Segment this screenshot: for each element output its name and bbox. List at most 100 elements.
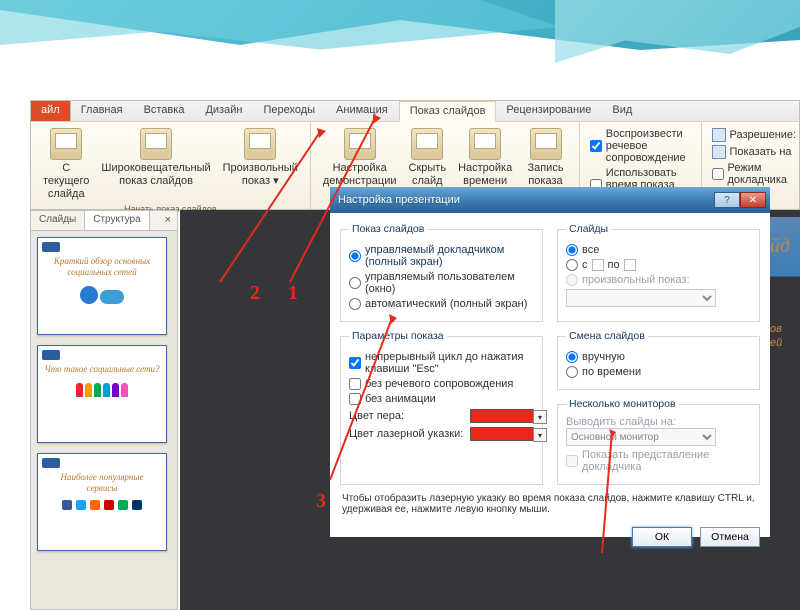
setup-show-dialog: Настройка презентации ? ✕ Показ слайдов … <box>330 187 770 537</box>
thumb-graphic <box>44 286 160 304</box>
file-tab[interactable]: айл <box>31 101 71 121</box>
from-current-button[interactable]: С текущего слайда <box>37 126 95 204</box>
tab-transitions[interactable]: Переходы <box>253 101 326 121</box>
slide-thumb-2[interactable]: Что такое социальные сети? <box>37 345 167 443</box>
laser-note: Чтобы отобразить лазерную указку во врем… <box>340 493 760 515</box>
chk-no-animation[interactable]: без анимации <box>349 393 534 405</box>
slide-panel: Слайды Структура × Краткий обзор основны… <box>30 210 178 610</box>
tab-home[interactable]: Главная <box>71 101 134 121</box>
help-button[interactable]: ? <box>714 192 740 208</box>
label: управляемый пользователем (окно) <box>365 271 534 295</box>
record-icon <box>530 128 562 160</box>
broadcast-button[interactable]: Широковещательный показ слайдов <box>95 126 216 204</box>
ribbon-tab-strip: айл Главная Вставка Дизайн Переходы Аним… <box>30 100 800 122</box>
pen-color-row[interactable]: Цвет пера: <box>349 409 534 423</box>
legend: Смена слайдов <box>566 330 648 342</box>
tab-outline[interactable]: Структура <box>85 211 149 230</box>
projector-icon <box>50 128 82 160</box>
label: Цвет пера: <box>349 410 404 422</box>
thumb-logo <box>42 458 60 468</box>
clock-icon <box>469 128 501 160</box>
label: Широковещательный показ слайдов <box>101 162 210 188</box>
label: Цвет лазерной указки: <box>349 428 463 440</box>
chk-loop[interactable]: непрерывный цикл до нажатия клавиши "Esc… <box>349 351 534 375</box>
legend: Несколько мониторов <box>566 398 679 410</box>
resolution-row[interactable]: Разрешение:Исп <box>712 128 800 142</box>
ok-button[interactable]: ОК <box>632 527 692 547</box>
thumb-graphic <box>44 383 160 397</box>
laser-color-row[interactable]: Цвет лазерной указки: <box>349 427 534 441</box>
radio-browsed[interactable]: управляемый пользователем (окно) <box>349 271 534 295</box>
projector-icon <box>140 128 172 160</box>
group-options: Параметры показа непрерывный цикл до наж… <box>340 330 543 485</box>
tab-animations[interactable]: Анимация <box>326 101 399 121</box>
label: все <box>582 244 599 256</box>
to-input[interactable] <box>624 259 636 271</box>
show-on-row[interactable]: Показать на <box>712 145 792 159</box>
slide-icon <box>411 128 443 160</box>
group-advance: Смена слайдов вручную по времени <box>557 330 760 390</box>
close-button[interactable]: ✕ <box>740 192 766 208</box>
dialog-title: Настройка презентации <box>334 194 714 206</box>
label: непрерывный цикл до нажатия клавиши "Esc… <box>365 351 534 375</box>
slide-thumb-1[interactable]: Краткий обзор основных социальных сетей <box>37 237 167 335</box>
legend: Параметры показа <box>349 330 447 342</box>
cancel-button[interactable]: Отмена <box>700 527 760 547</box>
label: Воспроизвести речевое сопровождение <box>606 128 691 164</box>
radio-all[interactable]: все <box>566 244 751 256</box>
label: Произвольный показ ▾ <box>223 162 298 188</box>
label: без анимации <box>365 393 436 405</box>
label: С текущего слайда <box>43 162 89 202</box>
group-monitors: Несколько мониторов Выводить слайды на: … <box>557 398 760 485</box>
thumb-graphic <box>62 500 142 510</box>
radio-manual[interactable]: вручную <box>566 351 751 363</box>
legend: Показ слайдов <box>349 223 427 235</box>
label: автоматический (полный экран) <box>365 298 527 310</box>
monitor-icon <box>712 128 726 142</box>
chk-no-narration[interactable]: без речевого сопровождения <box>349 378 534 390</box>
slide-title-fragment-right: овей <box>770 322 782 351</box>
tab-view[interactable]: Вид <box>602 101 643 121</box>
tab-design[interactable]: Дизайн <box>195 101 253 121</box>
chk-narration[interactable]: Воспроизвести речевое сопровождение <box>590 128 691 164</box>
chk-presenter-view[interactable]: Режим докладчика <box>712 162 800 186</box>
radio-from-to[interactable]: с по <box>566 259 751 271</box>
label: Режим докладчика <box>728 162 800 186</box>
label: Настройка демонстрации <box>323 162 397 188</box>
radio-custom: произвольный показ: <box>566 274 751 286</box>
group-start-show: С текущего слайда Широковещательный пока… <box>31 122 311 209</box>
thumb-logo <box>42 350 60 360</box>
close-panel-button[interactable]: × <box>159 211 177 230</box>
dialog-titlebar[interactable]: Настройка презентации ? ✕ <box>330 187 770 213</box>
label: вручную <box>582 351 625 363</box>
tab-slideshow[interactable]: Показ слайдов <box>399 101 497 122</box>
monitor-label: Выводить слайды на: <box>566 416 751 428</box>
slide-thumb-3[interactable]: Наиболее популярные сервисы <box>37 453 167 551</box>
label: управляемый докладчиком (полный экран) <box>365 244 534 268</box>
label: без речевого сопровождения <box>365 378 513 390</box>
thumb-title: Что такое социальные сети? <box>44 364 160 375</box>
custom-show-combo <box>566 289 716 307</box>
thumb-logo <box>42 242 60 252</box>
thumbnails[interactable]: Краткий обзор основных социальных сетей … <box>31 231 177 601</box>
laser-color-swatch[interactable] <box>470 427 534 441</box>
tab-slides[interactable]: Слайды <box>31 211 85 230</box>
monitor-icon <box>712 145 726 159</box>
label: с <box>582 259 588 271</box>
pen-color-swatch[interactable] <box>470 409 534 423</box>
from-input[interactable] <box>592 259 604 271</box>
label: по времени <box>582 366 641 378</box>
projector-icon <box>244 128 276 160</box>
tab-review[interactable]: Рецензирование <box>496 101 602 121</box>
radio-kiosk[interactable]: автоматический (полный экран) <box>349 298 534 310</box>
side-tabs: Слайды Структура × <box>31 211 177 231</box>
radio-timings[interactable]: по времени <box>566 366 751 378</box>
custom-show-button[interactable]: Произвольный показ ▾ <box>217 126 304 204</box>
radio-speaker[interactable]: управляемый докладчиком (полный экран) <box>349 244 534 268</box>
label: Скрыть слайд <box>409 162 447 188</box>
label: по <box>608 259 620 271</box>
tab-insert[interactable]: Вставка <box>134 101 196 121</box>
label: Настройка времени <box>458 162 512 188</box>
group-show-type: Показ слайдов управляемый докладчиком (п… <box>340 223 543 322</box>
thumb-title: Наиболее популярные сервисы <box>44 472 160 494</box>
